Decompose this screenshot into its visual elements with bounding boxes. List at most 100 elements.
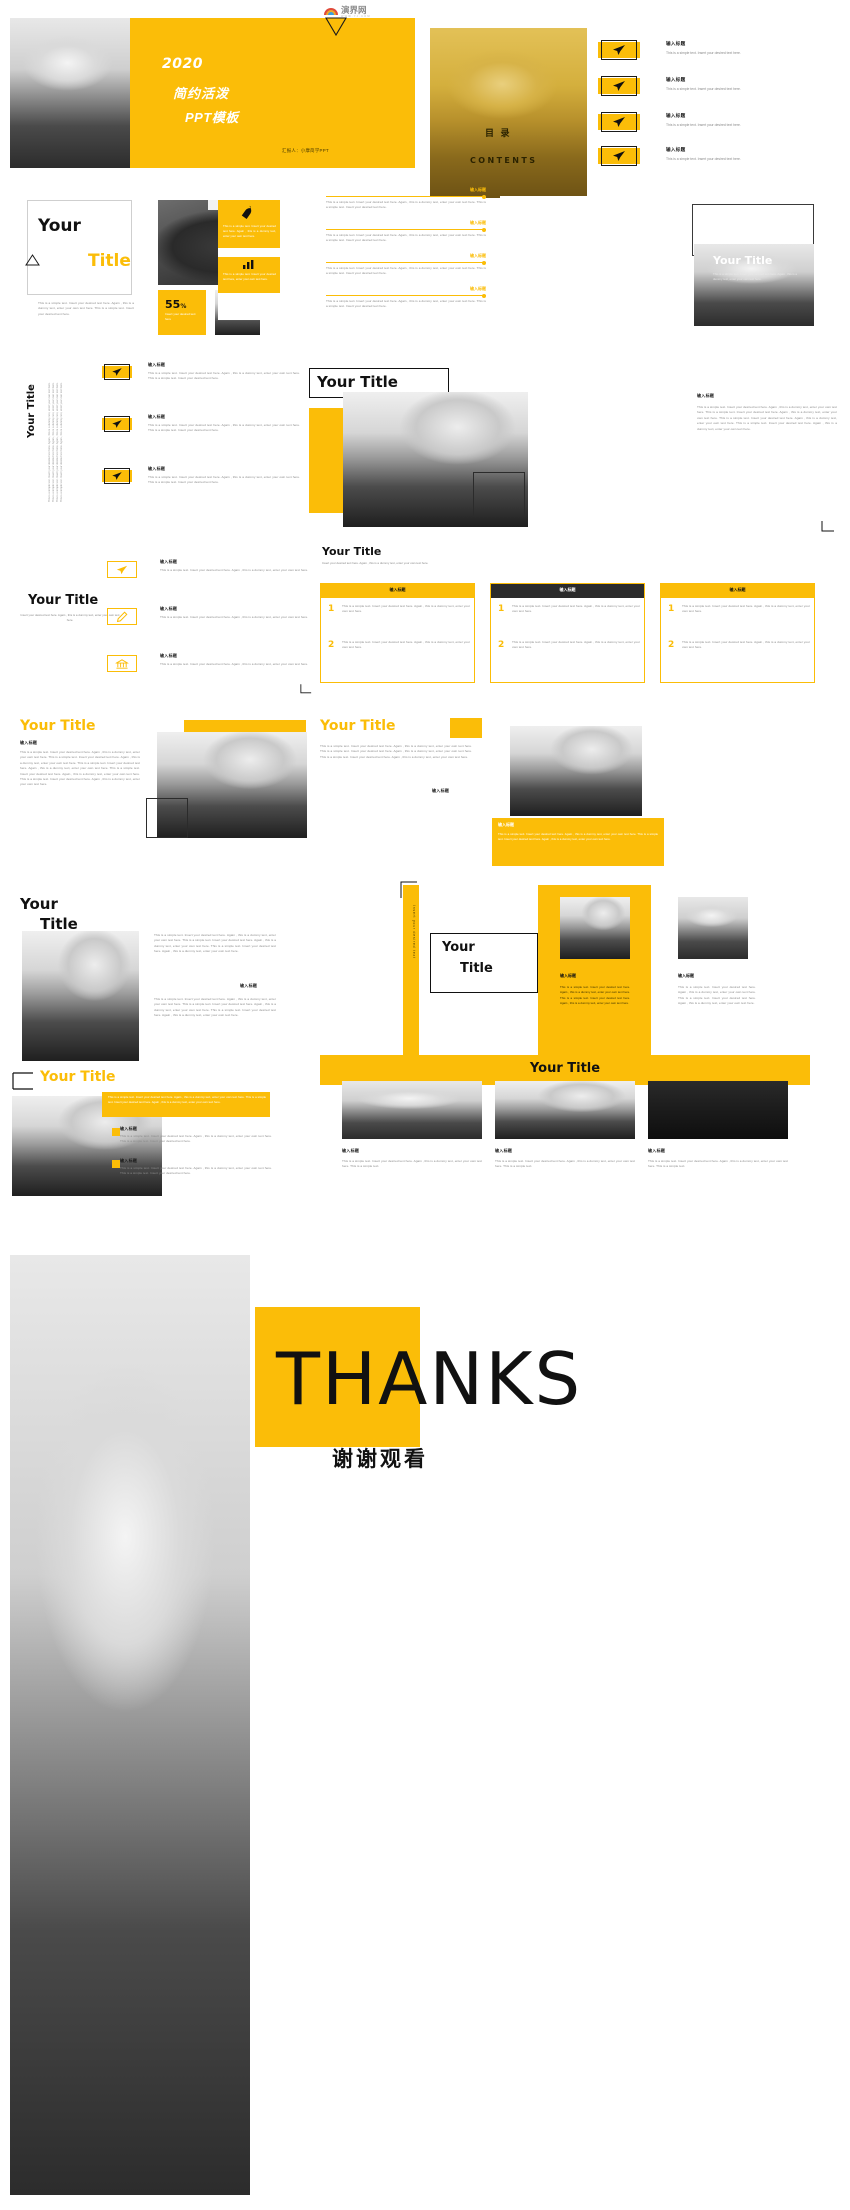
slide-yellow-title-right[interactable]: Your Title This is a simple text. Insert… [320,718,840,878]
bar-dot [482,227,486,232]
vc-person-photo [678,897,748,959]
slide-vertical-cols[interactable]: Insert your desired text Your Title 输入标题… [320,881,840,1075]
card-2-header-label: 输入标题 [559,587,576,592]
slide-yellow-title-left[interactable]: Your Title 输入标题 This is a simple text. I… [12,718,312,878]
paper-plane-icon[interactable] [107,561,137,578]
paper-plane-icon [598,146,640,166]
vertical-title: Your Title [26,384,37,438]
br-title: Your Title [529,1061,601,1076]
bar-title: 输入标题 [470,220,486,225]
icon-row-body: This is a simple text. Insert your desir… [148,423,300,433]
contents-item-title: 输入标题 [666,77,686,82]
slide-bottom-right[interactable]: Your Title 输入标题 This is a simple text. I… [320,1055,840,1200]
cover-line-3: PPT模板 [185,110,239,125]
slide-horse-text[interactable]: Your Title This is a simple text. Insert… [12,895,312,1070]
slide-contents[interactable]: 目 录 CONTENTS 输入标题 This is a simple text.… [430,18,840,198]
yt-right-sub: 输入标题 [432,788,450,793]
left-icons-item-2: 输入标题 This is a simple text. Insert your … [160,606,312,620]
bar-title: 输入标题 [470,253,486,258]
icon-row-body: This is a simple text. Insert your desir… [148,371,300,381]
slide-cover[interactable]: 2020 简约活泼 PPT模板 汇报人：小摩简学PPT 演界网 WWW.YJ.C… [10,5,415,218]
paper-plane-icon [102,468,132,484]
br-photo-2 [495,1081,635,1139]
card-1-header-label: 输入标题 [389,587,406,592]
bl-small-sq-2 [112,1160,120,1168]
paper-plane-icon [598,112,640,132]
three-cards-title: Your Title [322,545,382,558]
card-1-row-2: 2 This is a simple text. Insert your des… [328,640,470,651]
contents-item-1[interactable]: 输入标题 This is a simple text. Insert your … [598,40,840,66]
icon-row-3[interactable]: 输入标题 This is a simple text. Insert your … [102,466,302,508]
square-outline [146,798,188,838]
paper-plane-icon [598,76,640,96]
contents-item-desc: This is a simple text. Insert your desir… [666,157,741,161]
your-title-line1: Your [38,216,81,236]
br-card-title: 输入标题 [495,1148,513,1153]
slide-bottom-left[interactable]: Your Title This is a simple text. Insert… [12,1068,312,1198]
stat-label: Insert your desired text here [165,312,196,321]
slide-photo-your-title[interactable]: Your Title This is a simple text. Insert… [500,196,840,326]
paper-plane-icon [102,416,132,432]
br-card-body: This is a simple text. Insert your desir… [495,1159,635,1169]
card-3-row-2: 2 This is a simple text. Insert your des… [668,640,810,651]
horse-photo-tall [22,931,139,1061]
br-card-body: This is a simple text. Insert your desir… [648,1159,788,1169]
bar-item-3: 输入标题 This is a simple text. Insert your … [326,253,486,292]
contents-item-2[interactable]: 输入标题 This is a simple text. Insert your … [598,76,840,102]
slide-four-bars[interactable]: 输入标题 This is a simple text. Insert your … [326,187,486,326]
slide-horse-big[interactable]: Your Title This is a simple text. Insert… [305,360,840,535]
bar-body: This is a simple text. Insert your desir… [326,299,486,309]
paper-plane-icon [102,364,132,380]
contents-item-4[interactable]: 输入标题 This is a simple text. Insert your … [598,146,840,172]
card-1-row-1: 1 This is a simple text. Insert your des… [328,604,470,615]
cover-line-2: 简约活泼 [173,86,230,101]
yt-right-title: Your Title [320,718,396,734]
slide-vertical-your-title[interactable]: Your Title This is a simple text. Insert… [12,360,302,515]
bank-icon[interactable] [107,655,137,672]
contents-item-3[interactable]: 输入标题 This is a simple text. Insert your … [598,112,840,138]
right-panel-title: 输入标题 [498,822,514,827]
item-body: This is a simple text. Insert your desir… [160,662,309,666]
your-title-line2: Title [88,251,131,271]
row-body: This is a simple text. Insert your desir… [682,640,810,650]
triangle-down-icon [325,17,347,36]
slide-icon-cards[interactable]: This is a simple text. Insert your desir… [218,200,323,320]
bar-body: This is a simple text. Insert your desir… [326,233,486,243]
contents-item-desc: This is a simple text. Insert your desir… [666,87,741,91]
card-3[interactable]: 输入标题 1 This is a simple text. Insert you… [660,583,815,683]
left-icons-title: Your Title [28,593,99,608]
icon-card-2-text: This is a simple text. Insert your desir… [223,272,276,281]
bar-rule [326,262,486,263]
item-title: 输入标题 [160,653,178,658]
icon-row-title: 输入标题 [148,466,166,471]
corner-mark-icon [821,521,834,532]
row-body: This is a simple text. Insert your desir… [342,604,470,614]
ht-body-2: This is a simple text. Insert your desir… [154,997,276,1018]
vertical-subtext: This is a simple text. Insert your desir… [48,382,64,502]
bar-title: 输入标题 [470,286,486,291]
left-icons-item-1: 输入标题 This is a simple text. Insert your … [160,559,312,573]
item-title: 输入标题 [160,606,178,611]
slide-left-icons[interactable]: Your Title Insert your desired text here… [12,555,312,694]
paper-plane-icon [598,40,640,60]
br-card-2: 输入标题 This is a simple text. Insert your … [495,1081,635,1170]
vc-title-1: Your [442,940,475,955]
slide-three-cards[interactable]: Your Title Insert your desired text here… [320,543,840,683]
edit-icon[interactable] [107,608,137,625]
card-2-row-1: 1 This is a simple text. Insert your des… [498,604,640,615]
icon-row-2[interactable]: 输入标题 This is a simple text. Insert your … [102,414,302,456]
cover-photo [10,18,130,168]
br-card-body: This is a simple text. Insert your desir… [342,1159,482,1169]
square-outline [473,472,525,517]
card-2[interactable]: 输入标题 1 This is a simple text. Insert you… [490,583,645,683]
icon-row-1[interactable]: 输入标题 This is a simple text. Insert your … [102,362,302,404]
br-card-1: 输入标题 This is a simple text. Insert your … [342,1081,482,1170]
contents-item-title: 输入标题 [666,41,686,46]
bl-item-1: 输入标题 This is a simple text. Insert your … [120,1126,272,1145]
slide-thanks[interactable]: THANKS 谢谢观看 [10,1255,840,2195]
card-1[interactable]: 输入标题 1 This is a simple text. Insert you… [320,583,475,683]
contents-item-desc: This is a simple text. Insert your desir… [666,123,741,127]
br-card-3: 输入标题 This is a simple text. Insert your … [648,1081,788,1170]
title-box-outline [27,200,132,295]
row-body: This is a simple text. Insert your desir… [682,604,810,614]
